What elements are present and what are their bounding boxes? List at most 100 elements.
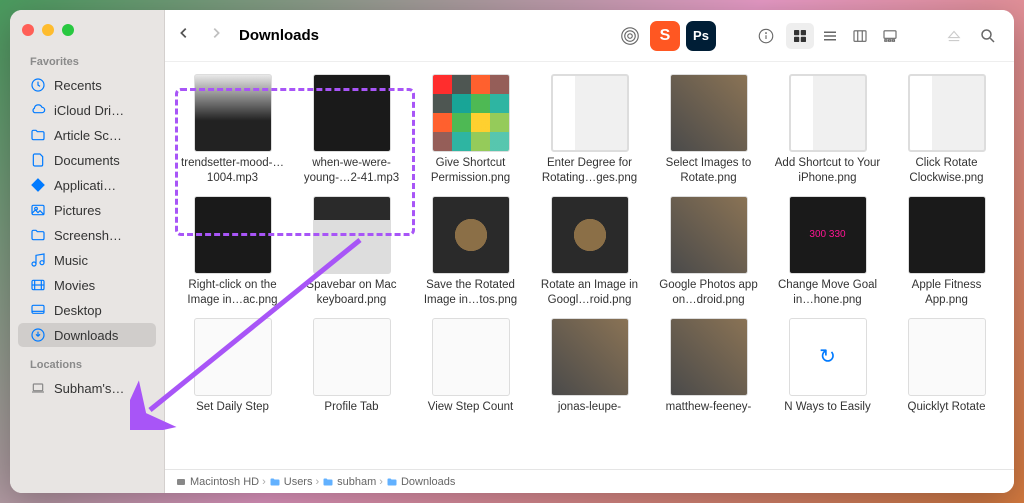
forward-button[interactable] xyxy=(209,26,223,45)
movie-icon xyxy=(30,277,46,293)
sidebar-item-downloads[interactable]: Downloads xyxy=(18,323,156,347)
file-label: N Ways to Easily xyxy=(784,400,870,415)
file-item[interactable]: Apple Fitness App.png xyxy=(891,196,1002,308)
sidebar-item-label: Screensh… xyxy=(54,228,122,243)
zoom-window-button[interactable] xyxy=(62,24,74,36)
file-label: when-we-were-young-…2-41.mp3 xyxy=(296,156,407,186)
file-label: Apple Fitness App.png xyxy=(891,278,1002,308)
file-item[interactable]: Select Images to Rotate.png xyxy=(653,74,764,186)
file-item[interactable]: Spavebar on Mac keyboard.png xyxy=(296,196,407,308)
sidebar-item-music[interactable]: Music xyxy=(18,248,156,272)
file-thumbnail xyxy=(313,196,391,274)
file-thumbnail xyxy=(194,196,272,274)
back-button[interactable] xyxy=(177,26,191,45)
file-label: Click Rotate Clockwise.png xyxy=(891,156,1002,186)
minimize-window-button[interactable] xyxy=(42,24,54,36)
window-title: Downloads xyxy=(239,27,319,44)
desktop-icon xyxy=(30,302,46,318)
file-thumbnail xyxy=(432,74,510,152)
view-mode-group xyxy=(786,23,904,49)
file-browser-content[interactable]: trendsetter-mood-…1004.mp3 when-we-were-y… xyxy=(165,62,1014,469)
sidebar-item-subhams[interactable]: Subham's… xyxy=(18,376,156,400)
path-bar[interactable]: Macintosh HD›Users›subham›Downloads xyxy=(165,469,1014,493)
locations-section: Locations Subham's… xyxy=(10,355,164,400)
sidebar-item-recents[interactable]: Recents xyxy=(18,73,156,97)
file-item[interactable]: Right-click on the Image in…ac.png xyxy=(177,196,288,308)
pathbar-item[interactable]: Macintosh HD xyxy=(175,476,259,488)
list-view-button[interactable] xyxy=(816,23,844,49)
folder-icon xyxy=(30,127,46,143)
file-item[interactable]: Google Photos app on…droid.png xyxy=(653,196,764,308)
music-icon xyxy=(30,252,46,268)
file-thumbnail xyxy=(194,318,272,396)
laptop-icon xyxy=(30,380,46,396)
file-item[interactable]: Quicklyt Rotate xyxy=(891,318,1002,415)
file-item[interactable]: ↻N Ways to Easily xyxy=(772,318,883,415)
sidebar-item-label: Downloads xyxy=(54,328,118,343)
toolbar: Downloads S Ps xyxy=(165,10,1014,62)
file-label: Select Images to Rotate.png xyxy=(653,156,764,186)
sidebar-item-label: Movies xyxy=(54,278,95,293)
file-item[interactable]: matthew-feeney- xyxy=(653,318,764,415)
sidebar-item-screensh[interactable]: Screensh… xyxy=(18,223,156,247)
file-item[interactable]: View Step Count xyxy=(415,318,526,415)
favorites-label: Favorites xyxy=(14,52,160,72)
file-thumbnail xyxy=(551,74,629,152)
sidebar-item-applicati[interactable]: Applicati… xyxy=(18,173,156,197)
search-button[interactable] xyxy=(974,23,1002,49)
sidebar-item-label: Applicati… xyxy=(54,178,116,193)
sidebar-item-pictures[interactable]: Pictures xyxy=(18,198,156,222)
pathbar-item[interactable]: Users xyxy=(269,476,313,488)
pathbar-item[interactable]: subham xyxy=(322,476,376,488)
file-label: Spavebar on Mac keyboard.png xyxy=(296,278,407,308)
finder-window: Favorites RecentsiCloud Dri…Article Sc…D… xyxy=(10,10,1014,493)
file-thumbnail xyxy=(194,74,272,152)
file-item[interactable]: Add Shortcut to Your iPhone.png xyxy=(772,74,883,186)
file-item[interactable]: Set Daily Step xyxy=(177,318,288,415)
eject-button[interactable] xyxy=(940,23,968,49)
file-thumbnail xyxy=(789,74,867,152)
airdrop-icon[interactable] xyxy=(616,23,644,49)
info-button[interactable] xyxy=(752,23,780,49)
file-item[interactable]: Give Shortcut Permission.png xyxy=(415,74,526,186)
favorites-section: Favorites RecentsiCloud Dri…Article Sc…D… xyxy=(10,52,164,347)
folder-icon xyxy=(30,227,46,243)
file-label: jonas-leupe- xyxy=(558,400,621,415)
file-item[interactable]: Change Move Goal in…hone.png xyxy=(772,196,883,308)
file-item[interactable]: Profile Tab xyxy=(296,318,407,415)
sidebar-item-desktop[interactable]: Desktop xyxy=(18,298,156,322)
sidebar-item-articlesc[interactable]: Article Sc… xyxy=(18,123,156,147)
column-view-button[interactable] xyxy=(846,23,874,49)
chevron-right-icon: › xyxy=(315,476,319,488)
app-icon xyxy=(30,177,46,193)
close-window-button[interactable] xyxy=(22,24,34,36)
pathbar-item[interactable]: Downloads xyxy=(386,476,455,488)
file-item[interactable]: Click Rotate Clockwise.png xyxy=(891,74,1002,186)
file-thumbnail xyxy=(313,74,391,152)
sidebar-item-iclouddri[interactable]: iCloud Dri… xyxy=(18,98,156,122)
icon-view-button[interactable] xyxy=(786,23,814,49)
app-shortcut-ps[interactable]: Ps xyxy=(686,21,716,51)
file-item[interactable]: jonas-leupe- xyxy=(534,318,645,415)
file-label: View Step Count xyxy=(428,400,513,415)
sidebar-item-label: Recents xyxy=(54,78,102,93)
sidebar-item-movies[interactable]: Movies xyxy=(18,273,156,297)
traffic-lights xyxy=(10,20,164,52)
app-shortcut-s[interactable]: S xyxy=(650,21,680,51)
file-item[interactable]: Rotate an Image in Googl…roid.png xyxy=(534,196,645,308)
file-item[interactable]: Save the Rotated Image in…tos.png xyxy=(415,196,526,308)
file-thumbnail xyxy=(908,74,986,152)
file-thumbnail xyxy=(432,318,510,396)
gallery-view-button[interactable] xyxy=(876,23,904,49)
file-item[interactable]: trendsetter-mood-…1004.mp3 xyxy=(177,74,288,186)
file-item[interactable]: Enter Degree for Rotating…ges.png xyxy=(534,74,645,186)
main-content: Downloads S Ps xyxy=(165,10,1014,493)
file-label: Rotate an Image in Googl…roid.png xyxy=(534,278,645,308)
file-thumbnail xyxy=(670,74,748,152)
sidebar-item-documents[interactable]: Documents xyxy=(18,148,156,172)
file-item[interactable]: when-we-were-young-…2-41.mp3 xyxy=(296,74,407,186)
sidebar-item-label: iCloud Dri… xyxy=(54,103,124,118)
file-thumbnail xyxy=(551,196,629,274)
file-thumbnail xyxy=(313,318,391,396)
file-label: Google Photos app on…droid.png xyxy=(653,278,764,308)
